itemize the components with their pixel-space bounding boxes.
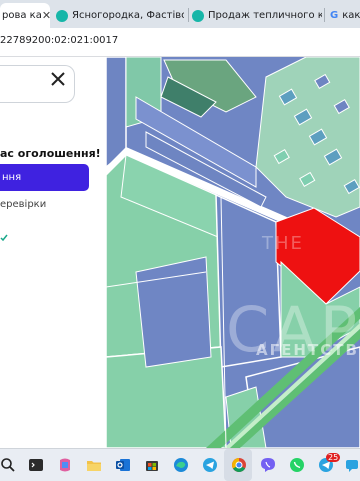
tab-close-icon[interactable]: ✕ <box>42 9 50 22</box>
chat-icon[interactable] <box>344 457 360 473</box>
tab-separator <box>188 8 189 22</box>
outlook-icon[interactable] <box>115 457 131 473</box>
google-icon: G <box>330 10 339 21</box>
search-icon[interactable] <box>0 457 16 473</box>
url-text[interactable]: 22789200:02:021:0017 <box>0 35 118 46</box>
viber-icon[interactable] <box>260 457 276 473</box>
cadastral-map[interactable]: THE CAPITAL АГЕНТСТВО НЕРУХОМОСТІ <box>106 57 360 448</box>
site-favicon-icon <box>56 9 68 22</box>
file-explorer-icon[interactable] <box>86 457 102 473</box>
store-icon[interactable] <box>144 457 160 473</box>
tab-bar: рова ка ✕ Ясногородка, Фастівськ ✕ Прода… <box>0 0 360 28</box>
terminal-icon[interactable] <box>28 457 44 473</box>
telegram-icon[interactable] <box>202 457 218 473</box>
site-favicon-icon <box>192 9 204 22</box>
watermark-agency: АГЕНТСТВО НЕРУХОМОСТІ <box>256 341 360 359</box>
tab-label: Ясногородка, Фастівськ <box>72 10 184 21</box>
action-button[interactable]: ння <box>0 164 89 191</box>
whatsapp-icon[interactable] <box>289 457 305 473</box>
announcement-heading: ас оголошення! <box>0 147 101 160</box>
close-icon[interactable] <box>48 69 68 89</box>
tab-yasnohorodka[interactable]: Ясногородка, Фастівськ ✕ <box>56 3 184 28</box>
tab-separator <box>324 8 325 22</box>
watermark-the: THE <box>262 233 304 254</box>
edge-icon[interactable] <box>173 457 189 473</box>
notification-badge: 25 <box>326 453 341 462</box>
tab-label: как <box>342 10 360 21</box>
tab-label: Продаж тепличного ко <box>208 10 322 21</box>
copilot-icon[interactable] <box>57 457 73 473</box>
chrome-icon[interactable] <box>231 457 247 473</box>
action-button-label: ння <box>2 172 22 183</box>
tab-google[interactable]: G как <box>330 3 360 28</box>
check-icon <box>0 234 8 242</box>
taskbar: 25 <box>0 448 360 481</box>
address-bar[interactable]: 22789200:02:021:0017 <box>0 28 360 57</box>
side-panel: ас оголошення! ння еревірки <box>0 57 107 448</box>
tab-greenhouse[interactable]: Продаж тепличного ко ✕ <box>192 3 322 28</box>
tab-active[interactable]: рова ка ✕ <box>0 3 50 28</box>
map-canvas[interactable] <box>106 57 360 448</box>
tab-label: рова ка <box>2 10 42 21</box>
check-link[interactable]: еревірки <box>0 199 46 210</box>
